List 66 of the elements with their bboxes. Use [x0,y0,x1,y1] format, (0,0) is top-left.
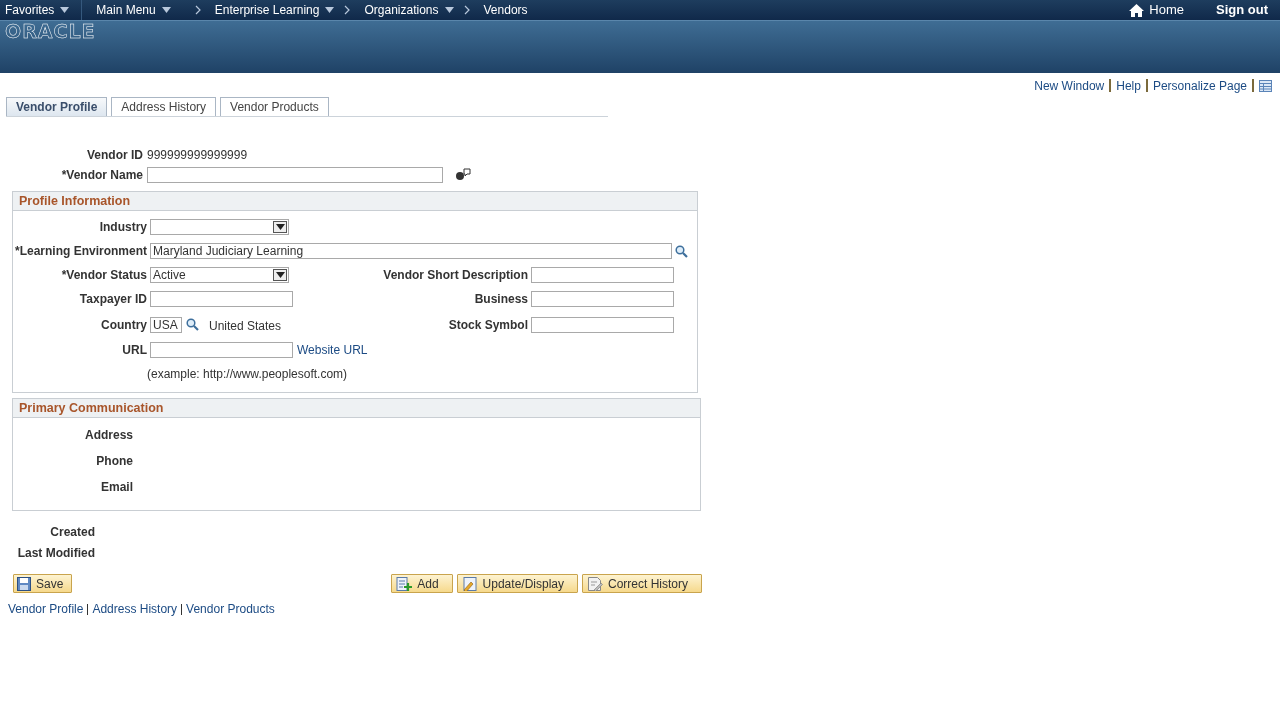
breadcrumb-link[interactable]: Organizations [364,1,454,19]
tab[interactable]: Address History [111,97,217,116]
search-icon[interactable] [186,318,199,331]
dropdown-field[interactable] [150,219,289,235]
text-field[interactable] [531,291,674,307]
field-label: Stock Symbol [447,316,528,334]
tab[interactable]: Vendor Products [220,97,329,116]
action-button[interactable]: Save [13,574,73,593]
page-link[interactable]: Vendor Products [186,600,275,618]
field-label: Taxpayer ID [78,291,147,308]
section-title: Profile Information [13,192,697,211]
page-link[interactable]: Vendor Profile [8,600,84,618]
page-link[interactable]: Personalize Page [1152,76,1247,95]
vendor-name-field[interactable] [147,167,443,183]
text-field[interactable] [531,316,674,333]
section-title: Primary Communication [13,399,700,418]
text-field[interactable] [150,291,293,307]
field-label: Created [49,524,95,541]
lookup-field[interactable]: USA [150,316,182,333]
table-icon[interactable] [1259,79,1272,92]
field-label: *Vendor Status [60,267,147,284]
field-label: Industry [98,219,147,236]
pencil-document-icon [461,576,478,591]
chevron-icon [194,5,201,15]
search-icon[interactable] [675,244,688,258]
spell-check-icon[interactable] [455,168,471,182]
chevron-icon [463,5,470,15]
caret-icon [275,224,285,230]
action-button[interactable]: Correct History [582,574,702,593]
text-field[interactable] [150,342,293,358]
action-button[interactable]: Add [391,574,453,593]
country-description: United States [209,318,282,335]
caret-icon [275,272,285,278]
page-link[interactable]: Address History [92,600,178,618]
field-label: Address [83,427,133,444]
tab[interactable]: Vendor Profile [6,97,108,116]
dropdown-field[interactable]: Active [150,267,289,283]
field-label: Country [100,316,147,334]
menu-link[interactable]: Main Menu [82,0,171,20]
field-label: Phone [95,453,133,470]
action-button[interactable]: Update/Display [456,574,578,593]
breadcrumb-link[interactable]: Enterprise Learning [214,1,335,19]
sign-out-link[interactable]: Sign out [1216,0,1268,20]
field-label: Email [100,479,133,496]
hint-text: (example: http://www.peoplesoft.com) [147,366,349,383]
home-link[interactable]: Home [1129,0,1184,20]
logo: ORACLE [4,21,96,41]
field-label: Vendor ID [86,147,143,164]
page-link[interactable]: Help [1116,76,1141,95]
field-label: URL [121,342,147,359]
page-link[interactable]: New Window [1034,76,1105,95]
text-field[interactable] [531,267,674,283]
field-label: *Vendor Name [60,167,143,184]
field-label: Business [473,291,528,308]
edit-document-icon [587,576,603,591]
vendor-id-value: 999999999999999 [147,147,249,164]
breadcrumb-link[interactable]: Vendors [483,1,528,19]
chevron-icon [344,5,351,15]
field-label: Last Modified [16,545,95,562]
field-label: *Learning Environment [13,243,147,260]
save-icon [17,576,31,591]
website-link[interactable]: Website URL [297,341,368,359]
add-document-icon [396,576,413,591]
lookup-field[interactable]: Maryland Judiciary Learning [150,243,672,259]
field-label: Vendor Short Description [382,267,528,284]
home-icon [1129,3,1145,17]
